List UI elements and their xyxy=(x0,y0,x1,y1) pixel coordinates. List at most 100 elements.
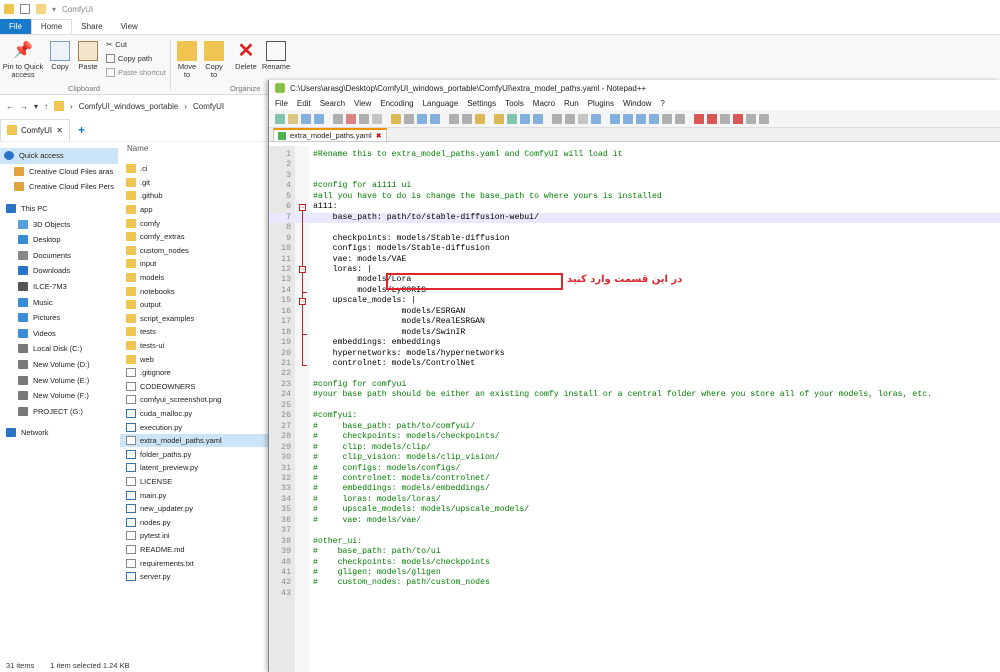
file-row[interactable]: web xyxy=(120,352,268,366)
nav-item[interactable]: This PC xyxy=(0,201,118,217)
copy-to-button[interactable]: Copy to xyxy=(203,41,225,79)
toolbar-button-icon[interactable] xyxy=(707,113,717,124)
file-row[interactable]: models xyxy=(120,271,268,285)
file-row[interactable]: comfyui_screenshot.png xyxy=(120,393,268,407)
toolbar-button-icon[interactable] xyxy=(333,113,343,124)
menu-item[interactable]: Run xyxy=(564,99,579,108)
file-row[interactable]: script_examples xyxy=(120,312,268,326)
toolbar-button-icon[interactable] xyxy=(404,113,414,124)
file-row[interactable]: folder_paths.py xyxy=(120,447,268,461)
file-row[interactable]: output xyxy=(120,298,268,312)
file-row[interactable]: .github xyxy=(120,189,268,203)
nav-item[interactable]: New Volume (F:) xyxy=(0,388,118,404)
nav-item[interactable]: New Volume (D:) xyxy=(0,357,118,373)
column-header-name[interactable]: Name xyxy=(120,142,268,154)
rename-button[interactable]: Rename xyxy=(262,41,290,71)
nav-item[interactable]: Videos xyxy=(0,326,118,342)
tab-view[interactable]: View xyxy=(112,19,147,34)
close-icon[interactable]: ✖ xyxy=(376,132,382,140)
file-row[interactable]: pytest.ini xyxy=(120,529,268,543)
properties-icon[interactable] xyxy=(20,4,30,14)
file-row[interactable]: extra_model_paths.yaml xyxy=(120,433,268,448)
menu-item[interactable]: Encoding xyxy=(380,99,413,108)
file-row[interactable]: main.py xyxy=(120,488,268,502)
nav-item[interactable]: Downloads xyxy=(0,263,118,279)
fold-toggle-icon[interactable]: − xyxy=(299,266,306,274)
toolbar-button-icon[interactable] xyxy=(623,113,633,124)
menu-item[interactable]: File xyxy=(275,99,288,108)
toolbar-button-icon[interactable] xyxy=(552,113,562,124)
toolbar-button-icon[interactable] xyxy=(391,113,401,124)
code-editor[interactable]: 1 #Rename this to extra_model_paths.yaml … xyxy=(269,146,1000,672)
toolbar-button-icon[interactable] xyxy=(649,113,659,124)
cut-button[interactable]: ✂ Cut xyxy=(106,40,127,49)
menu-item[interactable]: View xyxy=(354,99,371,108)
file-row[interactable]: nodes.py xyxy=(120,515,268,529)
copy-button[interactable]: Copy xyxy=(48,41,72,71)
up-arrow-icon[interactable]: ↑ xyxy=(44,102,48,111)
tab-share[interactable]: Share xyxy=(72,19,111,34)
dropdown-icon[interactable]: ▾ xyxy=(52,5,56,14)
menu-item[interactable]: ? xyxy=(660,99,664,108)
nav-item[interactable]: PROJECT (G:) xyxy=(0,404,118,420)
npp-file-tab[interactable]: extra_model_paths.yaml ✖ xyxy=(273,128,387,141)
toolbar-button-icon[interactable] xyxy=(675,113,685,124)
new-folder-icon[interactable] xyxy=(36,4,46,14)
file-row[interactable]: .git xyxy=(120,176,268,190)
nav-item[interactable]: Creative Cloud Files Pers xyxy=(0,179,118,195)
add-tab-icon[interactable]: + xyxy=(78,123,85,137)
toolbar-button-icon[interactable] xyxy=(288,113,298,124)
menu-item[interactable]: Settings xyxy=(467,99,496,108)
toolbar-button-icon[interactable] xyxy=(346,113,356,124)
breadcrumb-item-comfyui[interactable]: ComfyUI xyxy=(193,102,224,111)
paste-shortcut-button[interactable]: Paste shortcut xyxy=(106,68,166,77)
file-row[interactable]: server.py xyxy=(120,570,268,584)
pin-button[interactable]: 📌 Pin to Quick access xyxy=(2,41,44,79)
delete-button[interactable]: ✕ Delete xyxy=(234,41,258,71)
file-row[interactable]: CODEOWNERS xyxy=(120,380,268,394)
toolbar-button-icon[interactable] xyxy=(565,113,575,124)
toolbar-button-icon[interactable] xyxy=(417,113,427,124)
file-row[interactable]: execution.py xyxy=(120,420,268,434)
file-row[interactable]: tests xyxy=(120,325,268,339)
toolbar-button-icon[interactable] xyxy=(694,113,704,124)
toolbar-button-icon[interactable] xyxy=(662,113,672,124)
file-row[interactable]: tests-ui xyxy=(120,339,268,353)
toolbar-button-icon[interactable] xyxy=(610,113,620,124)
menu-item[interactable]: Edit xyxy=(297,99,311,108)
menu-item[interactable]: Window xyxy=(623,99,651,108)
toolbar-button-icon[interactable] xyxy=(430,113,440,124)
recent-dropdown-icon[interactable]: ▾ xyxy=(34,102,38,111)
menu-item[interactable]: Macro xyxy=(533,99,555,108)
toolbar-button-icon[interactable] xyxy=(746,113,756,124)
file-row[interactable]: notebooks xyxy=(120,284,268,298)
tab-home[interactable]: Home xyxy=(30,19,73,34)
toolbar-button-icon[interactable] xyxy=(578,113,588,124)
toolbar-button-icon[interactable] xyxy=(301,113,311,124)
tab-file[interactable]: File xyxy=(0,19,31,34)
toolbar-button-icon[interactable] xyxy=(372,113,382,124)
toolbar-button-icon[interactable] xyxy=(494,113,504,124)
nav-item[interactable]: 3D Objects xyxy=(0,216,118,232)
nav-item[interactable]: Network xyxy=(0,425,118,441)
file-row[interactable]: LICENSE xyxy=(120,475,268,489)
file-row[interactable]: requirements.txt xyxy=(120,556,268,570)
file-row[interactable]: latent_preview.py xyxy=(120,461,268,475)
nav-item[interactable]: Creative Cloud Files aras xyxy=(0,164,118,180)
file-row[interactable]: comfy xyxy=(120,216,268,230)
nav-item[interactable]: New Volume (E:) xyxy=(0,372,118,388)
menu-item[interactable]: Tools xyxy=(505,99,524,108)
file-row[interactable]: .gitignore xyxy=(120,366,268,380)
toolbar-button-icon[interactable] xyxy=(475,113,485,124)
file-row[interactable]: README.md xyxy=(120,543,268,557)
file-row[interactable]: new_updater.py xyxy=(120,502,268,516)
nav-item[interactable]: Desktop xyxy=(0,232,118,248)
menu-item[interactable]: Language xyxy=(423,99,459,108)
copy-path-button[interactable]: Copy path xyxy=(106,54,152,63)
nav-item[interactable]: ILCE-7M3 xyxy=(0,279,118,295)
toolbar-button-icon[interactable] xyxy=(636,113,646,124)
file-row[interactable]: cuda_malloc.py xyxy=(120,407,268,421)
forward-arrow-icon[interactable]: → xyxy=(20,102,28,111)
menu-item[interactable]: Search xyxy=(320,99,345,108)
fold-toggle-icon[interactable]: − xyxy=(299,203,306,211)
